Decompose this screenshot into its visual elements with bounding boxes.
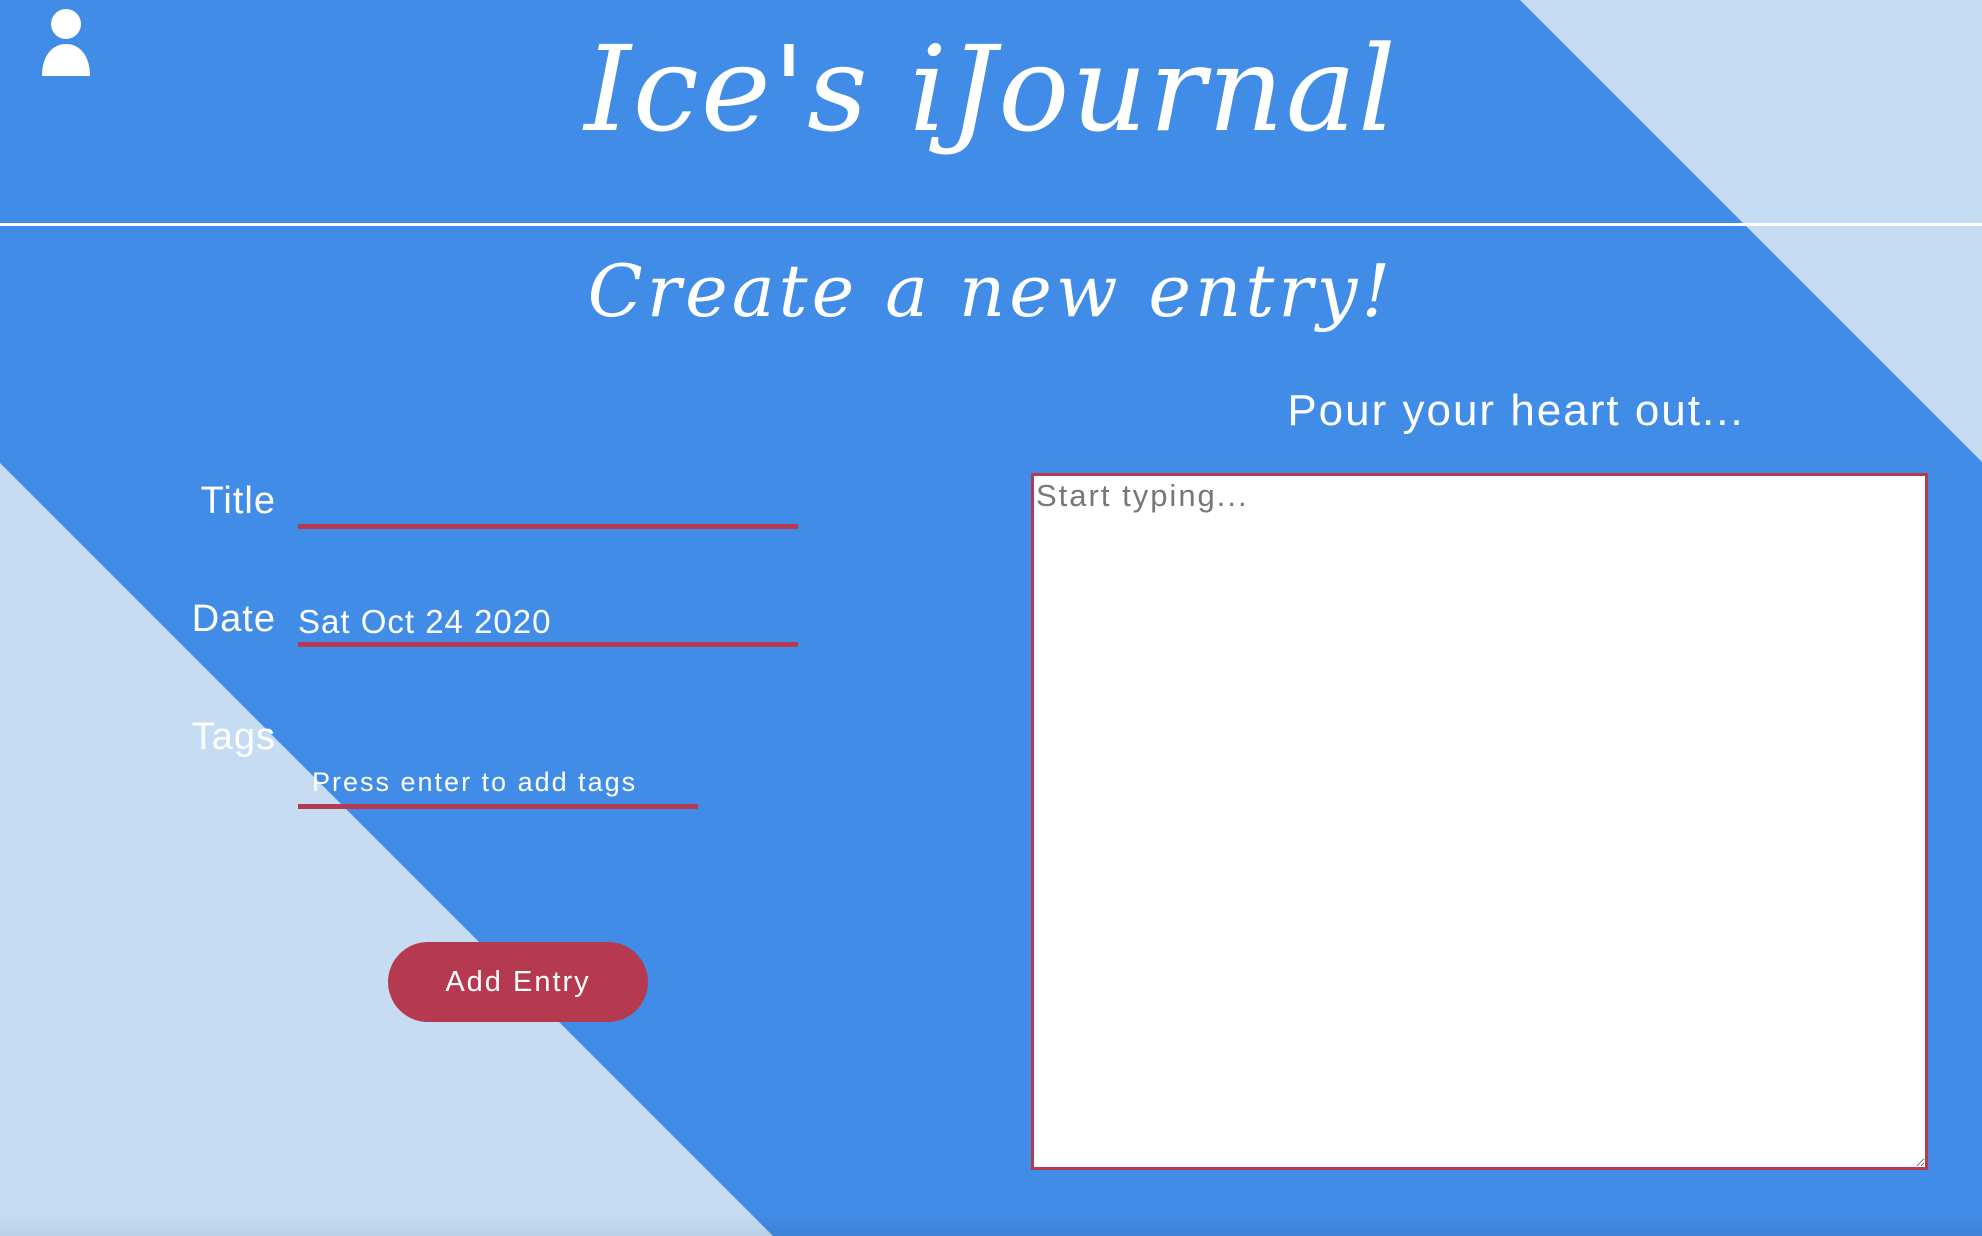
title-label: Title <box>200 480 276 522</box>
tags-label: Tags <box>191 716 276 758</box>
app-title: Ice's iJournal <box>584 20 1398 158</box>
title-underline <box>298 524 798 529</box>
page-heading: Create a new entry! <box>587 249 1395 333</box>
header-divider <box>0 223 1982 226</box>
bottom-fade <box>0 1214 1982 1236</box>
tags-input[interactable] <box>312 762 696 802</box>
date-underline <box>298 642 798 647</box>
date-label: Date <box>191 598 276 640</box>
editor-heading: Pour your heart out... <box>1287 386 1745 435</box>
date-input[interactable] <box>298 600 796 644</box>
title-input[interactable] <box>298 478 796 524</box>
add-entry-button[interactable]: Add Entry <box>388 942 648 1022</box>
tags-underline <box>298 804 698 809</box>
entry-textarea[interactable] <box>1031 473 1928 1170</box>
